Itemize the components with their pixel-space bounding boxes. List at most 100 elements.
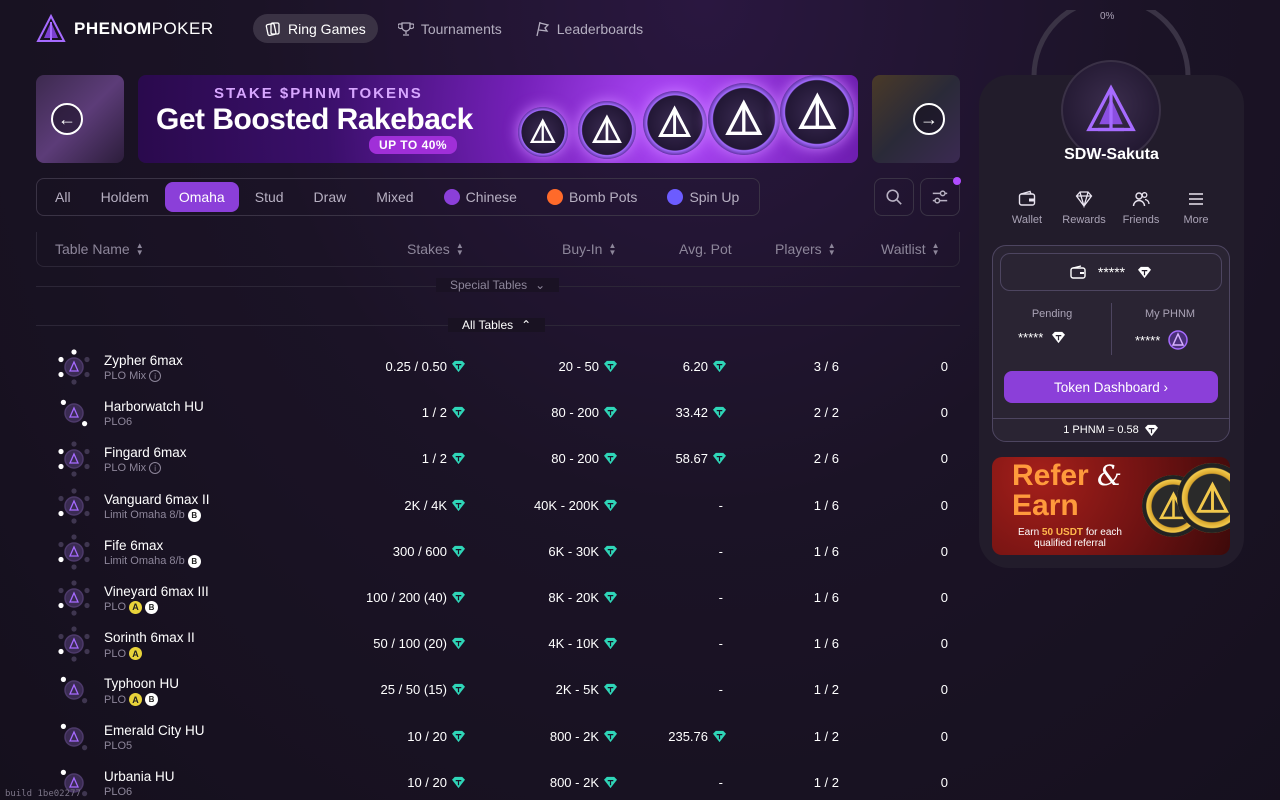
usdt-gem-icon: [452, 407, 465, 419]
sort-icon: ▲ ▼: [931, 241, 940, 257]
quick-action-wallet[interactable]: Wallet: [997, 190, 1057, 226]
flag-icon: [534, 21, 550, 37]
special-tables-toggle[interactable]: Special Tables ⌄: [436, 278, 560, 292]
table-seats-icon: [58, 441, 90, 477]
table-waitlist: 0: [940, 636, 948, 652]
table-row[interactable]: Typhoon HU PLO A B 25 / 50 (15) 2K - 5K - …: [36, 667, 960, 713]
table-seats-icon: [58, 487, 90, 524]
filter-all[interactable]: All: [41, 182, 85, 212]
quick-action-friends[interactable]: Friends: [1111, 190, 1171, 226]
chinese-icon: [443, 189, 460, 205]
filter-chinese[interactable]: Chinese: [430, 182, 531, 212]
table-row[interactable]: Harborwatch HU PLO6 1 / 2 80 - 200 33.42…: [36, 390, 960, 436]
table-game: PLO6: [104, 416, 133, 429]
table-row[interactable]: Urbania HU PLO6 10 / 20 800 - 2K - 1 / 2…: [36, 760, 960, 800]
phenom-avatar-icon: [1086, 84, 1136, 132]
all-tables-toggle[interactable]: All Tables ⌃: [448, 318, 546, 332]
table-seats-icon: [60, 677, 88, 704]
banner-kicker: STAKE $PHNM TOKENS: [214, 85, 423, 102]
table-header: Table Name ▲ ▼ Stakes ▲ ▼ Buy-In ▲ ▼ Avg. Pot …: [36, 232, 960, 267]
table-players: 1 / 6: [813, 589, 839, 605]
quick-action-rewards[interactable]: Rewards: [1054, 190, 1114, 226]
filter-label: Bomb Pots: [568, 189, 638, 205]
usdt-gem-icon: [713, 453, 726, 465]
col-table-name[interactable]: Table Name ▲ ▼: [55, 241, 144, 257]
usdt-gem-icon: [604, 638, 617, 650]
table-stakes: 2K / 4K: [404, 498, 466, 513]
table-row[interactable]: Fife 6max Limit Omaha 8/b B 300 / 600 6K …: [36, 529, 960, 575]
table-row[interactable]: Vanguard 6max II Limit Omaha 8/b B 2K / 4…: [36, 483, 960, 529]
wallet-balance[interactable]: *****: [1000, 253, 1222, 291]
refer-earn-banner[interactable]: Refer & Earn Earn 50 USDT for each qualif…: [992, 457, 1230, 555]
table-game: PLO Mix i: [104, 370, 162, 382]
token-dashboard-button[interactable]: Token Dashboard ›: [1004, 371, 1218, 403]
token-coin-icon: [518, 107, 568, 157]
table-waitlist: 0: [940, 497, 948, 513]
filter-omaha[interactable]: Omaha: [164, 182, 239, 212]
table-row[interactable]: Sorinth 6max II PLO A 50 / 100 (20) 4K - …: [36, 621, 960, 667]
banner-title: Get Boosted Rakeback: [156, 103, 473, 136]
table-row[interactable]: Fingard 6max PLO Mix i 1 / 2 80 - 200 58.…: [36, 436, 960, 482]
usdt-gem-icon: [713, 730, 726, 742]
filter-bomb-pots[interactable]: Bomb Pots: [533, 182, 651, 212]
filter-label: Spin Up: [689, 189, 740, 205]
table-stakes: 0.25 / 0.50: [386, 359, 466, 374]
main-nav: Ring Games Tournaments Leaderboards: [253, 14, 655, 43]
table-players: 1 / 2: [813, 728, 839, 744]
table-avg-pot: 33.42: [675, 405, 727, 420]
sort-icon: ▲ ▼: [608, 241, 617, 257]
table-avg-pot: 58.67: [675, 451, 727, 466]
usdt-gem-icon: [452, 776, 465, 788]
brand-logo[interactable]: PHENOMPOKER: [36, 14, 214, 44]
table-name: Vineyard 6max III: [104, 583, 209, 599]
wallet-balance-value: *****: [1097, 264, 1126, 280]
nav-ring-games[interactable]: Ring Games: [253, 14, 378, 43]
promo-banner[interactable]: STAKE $PHNM TOKENS Get Boosted Rakeback …: [138, 75, 858, 163]
table-seats-icon: [60, 399, 88, 427]
token-coin-icon: [708, 83, 780, 155]
banner-prev-button[interactable]: ←: [51, 103, 83, 135]
table-seats-icon: [58, 626, 90, 662]
table-name: Zypher 6max: [104, 353, 183, 368]
usdt-gem-icon: [604, 730, 617, 742]
table-stakes: 300 / 600: [393, 544, 466, 559]
filter-holdem[interactable]: Holdem: [87, 182, 163, 212]
nav-label: Ring Games: [288, 20, 366, 37]
col-waitlist[interactable]: Waitlist ▲ ▼: [881, 241, 940, 257]
avatar[interactable]: [1061, 60, 1161, 160]
col-stakes[interactable]: Stakes ▲ ▼: [407, 241, 464, 257]
nav-leaderboards[interactable]: Leaderboards: [522, 14, 655, 43]
filter-mixed[interactable]: Mixed: [362, 182, 427, 212]
sort-icon: ▲ ▼: [135, 241, 144, 257]
quick-action-more[interactable]: More: [1166, 190, 1226, 226]
spin-icon: [667, 189, 684, 205]
table-row[interactable]: Vineyard 6max III PLO A B 100 / 200 (40) 8…: [36, 575, 960, 621]
table-seats-icon: [60, 723, 88, 750]
filter-spin-up[interactable]: Spin Up: [653, 182, 753, 212]
banner-next-button[interactable]: →: [913, 103, 945, 135]
chevron-up-icon: ⌃: [521, 318, 532, 332]
table-row[interactable]: Emerald City HU PLO5 10 / 20 800 - 2K 23…: [36, 714, 960, 760]
usdt-gem-icon: [452, 730, 465, 742]
sort-icon: ▲ ▼: [455, 241, 464, 257]
table-players: 1 / 2: [813, 774, 839, 790]
col-buyin[interactable]: Buy-In ▲ ▼: [562, 241, 616, 257]
info-icon[interactable]: i: [149, 462, 162, 475]
nav-tournaments[interactable]: Tournaments: [386, 14, 514, 43]
myphnm-label: My PHNM: [1144, 308, 1196, 320]
filter-stud[interactable]: Stud: [241, 182, 298, 212]
search-button[interactable]: [874, 178, 914, 216]
table-game: Limit Omaha 8/b B: [104, 554, 201, 568]
usdt-gem-icon: [604, 545, 617, 557]
filter-label: Draw: [313, 189, 347, 205]
trophy-icon: [397, 21, 414, 37]
col-players[interactable]: Players ▲ ▼: [775, 241, 836, 257]
table-buyin: 800 - 2K: [550, 775, 618, 790]
table-seats-icon: [58, 580, 90, 616]
table-players: 3 / 6: [813, 359, 839, 374]
table-row[interactable]: Zypher 6max PLO Mix i 0.25 / 0.50 20 - 50…: [36, 344, 960, 390]
table-avg-pot: -: [718, 636, 723, 652]
info-icon[interactable]: i: [149, 370, 162, 382]
filter-draw[interactable]: Draw: [300, 182, 361, 212]
friends-icon: [1111, 190, 1171, 208]
